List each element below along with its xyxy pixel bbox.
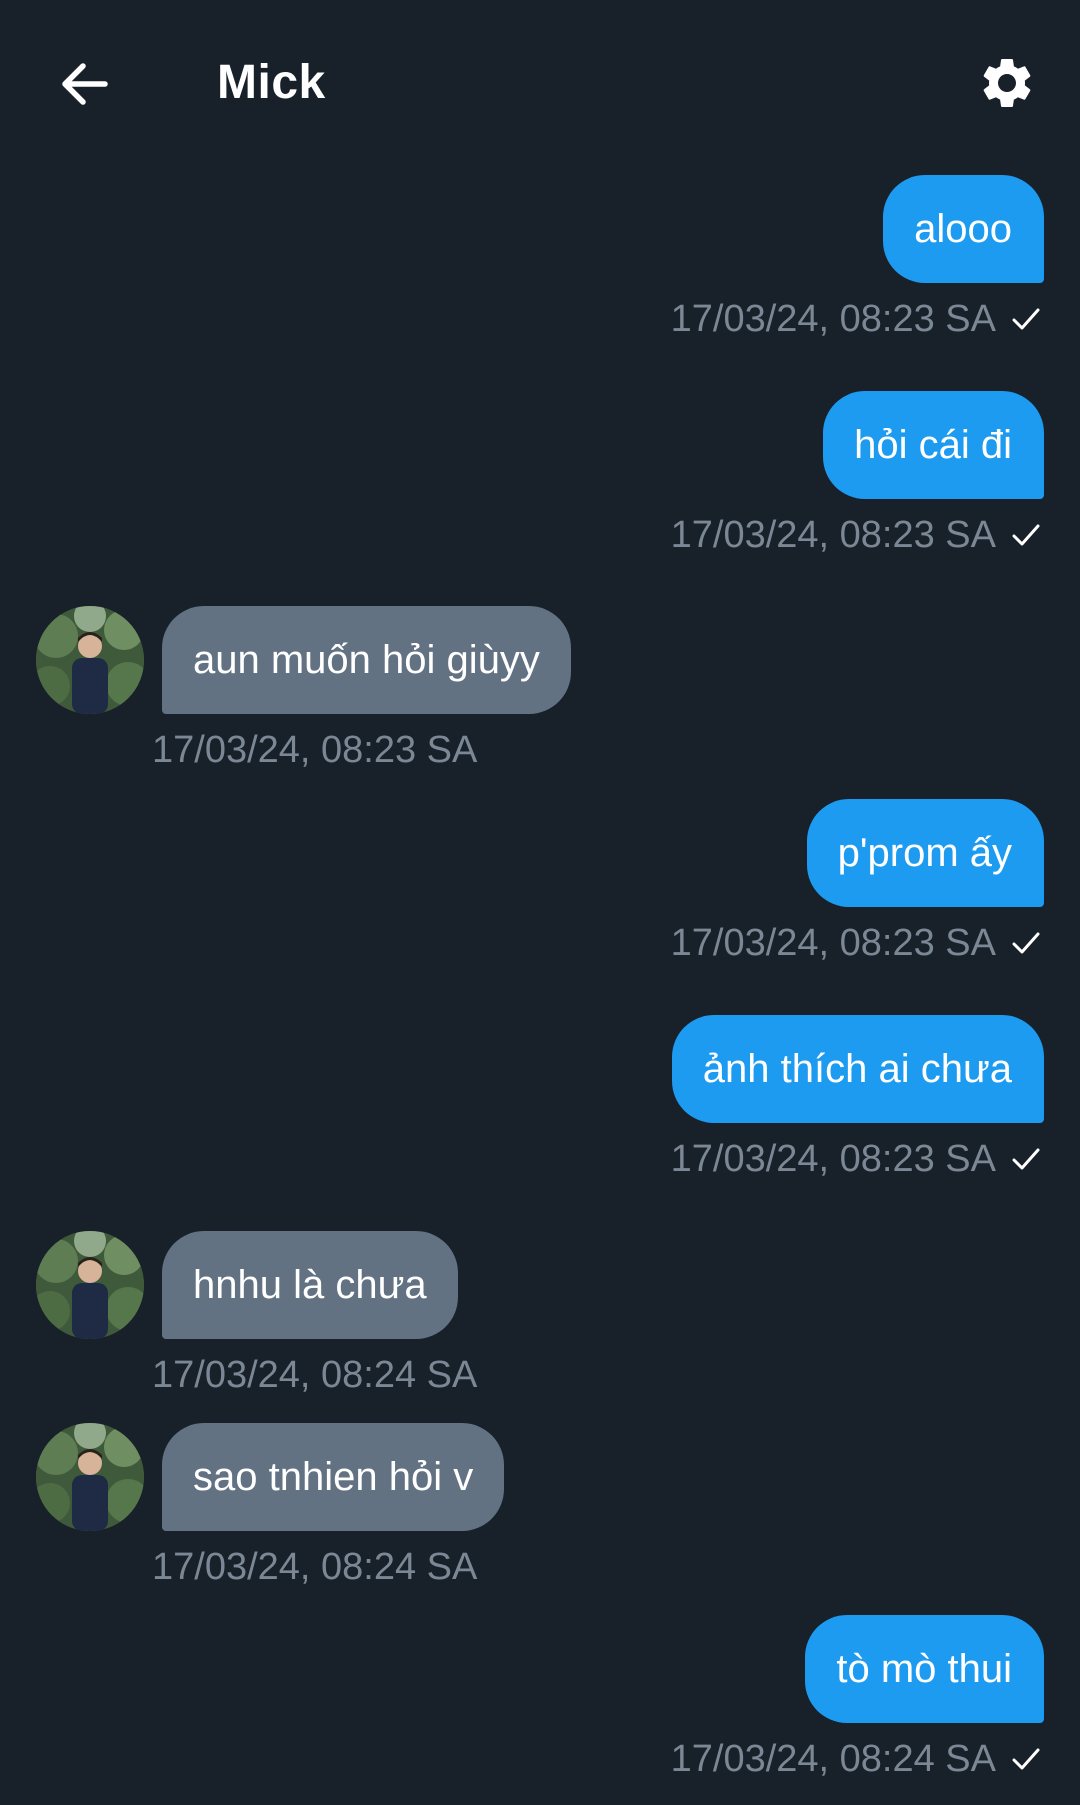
avatar[interactable] (36, 606, 144, 714)
message-text: p'prom ấy (837, 830, 1012, 875)
back-button[interactable] (52, 52, 116, 116)
outgoing-message-bubble[interactable]: hỏi cái đi (823, 391, 1044, 499)
settings-button[interactable] (974, 50, 1040, 116)
message-meta: 17/03/24, 08:23 SA (671, 296, 1042, 342)
message-text: alooo (914, 206, 1012, 251)
arrow-left-icon (62, 63, 108, 105)
message-meta: 17/03/24, 08:23 SA (671, 920, 1042, 966)
message-text: hnhu là chưa (193, 1262, 427, 1307)
check-icon (1010, 303, 1042, 335)
message-meta: 17/03/24, 08:23 SA (671, 512, 1042, 558)
message-timestamp: 17/03/24, 08:23 SA (152, 729, 478, 771)
avatar[interactable] (36, 1423, 144, 1531)
outgoing-message-bubble[interactable]: alooo (883, 175, 1044, 283)
message-meta: 17/03/24, 08:23 SA (671, 1136, 1042, 1182)
outgoing-message-bubble[interactable]: ảnh thích ai chưa (671, 1015, 1044, 1123)
gear-icon (983, 59, 1031, 107)
incoming-message-bubble[interactable]: aun muốn hỏi giùyy (162, 606, 571, 714)
message-meta: 17/03/24, 08:24 SA (152, 1352, 477, 1398)
message-text: aun muốn hỏi giùyy (193, 637, 540, 682)
check-icon (1010, 1743, 1042, 1775)
message-timestamp: 17/03/24, 08:24 SA (152, 1354, 478, 1396)
message-timestamp: 17/03/24, 08:23 SA (670, 922, 996, 964)
outgoing-message-bubble[interactable]: tò mò thui (805, 1615, 1044, 1723)
check-icon (1010, 927, 1042, 959)
message-timestamp: 17/03/24, 08:23 SA (670, 1138, 996, 1180)
message-timestamp: 17/03/24, 08:24 SA (670, 1738, 996, 1780)
incoming-message-bubble[interactable]: sao tnhien hỏi v (162, 1423, 505, 1531)
message-meta: 17/03/24, 08:24 SA (152, 1544, 477, 1590)
chat-header: Mick (0, 0, 1080, 165)
message-meta: 17/03/24, 08:23 SA (152, 727, 477, 773)
message-timestamp: 17/03/24, 08:23 SA (670, 298, 996, 340)
message-timestamp: 17/03/24, 08:24 SA (152, 1546, 478, 1588)
message-text: hỏi cái đi (854, 422, 1012, 467)
message-text: sao tnhien hỏi v (193, 1454, 474, 1499)
check-icon (1010, 1143, 1042, 1175)
check-icon (1010, 519, 1042, 551)
message-text: tò mò thui (836, 1646, 1012, 1691)
outgoing-message-bubble[interactable]: p'prom ấy (806, 799, 1044, 907)
avatar[interactable] (36, 1231, 144, 1339)
incoming-message-bubble[interactable]: hnhu là chưa (162, 1231, 458, 1339)
chat-title: Mick (217, 56, 326, 109)
message-timestamp: 17/03/24, 08:23 SA (670, 514, 996, 556)
message-meta: 17/03/24, 08:24 SA (671, 1736, 1042, 1782)
message-text: ảnh thích ai chưa (702, 1046, 1012, 1091)
